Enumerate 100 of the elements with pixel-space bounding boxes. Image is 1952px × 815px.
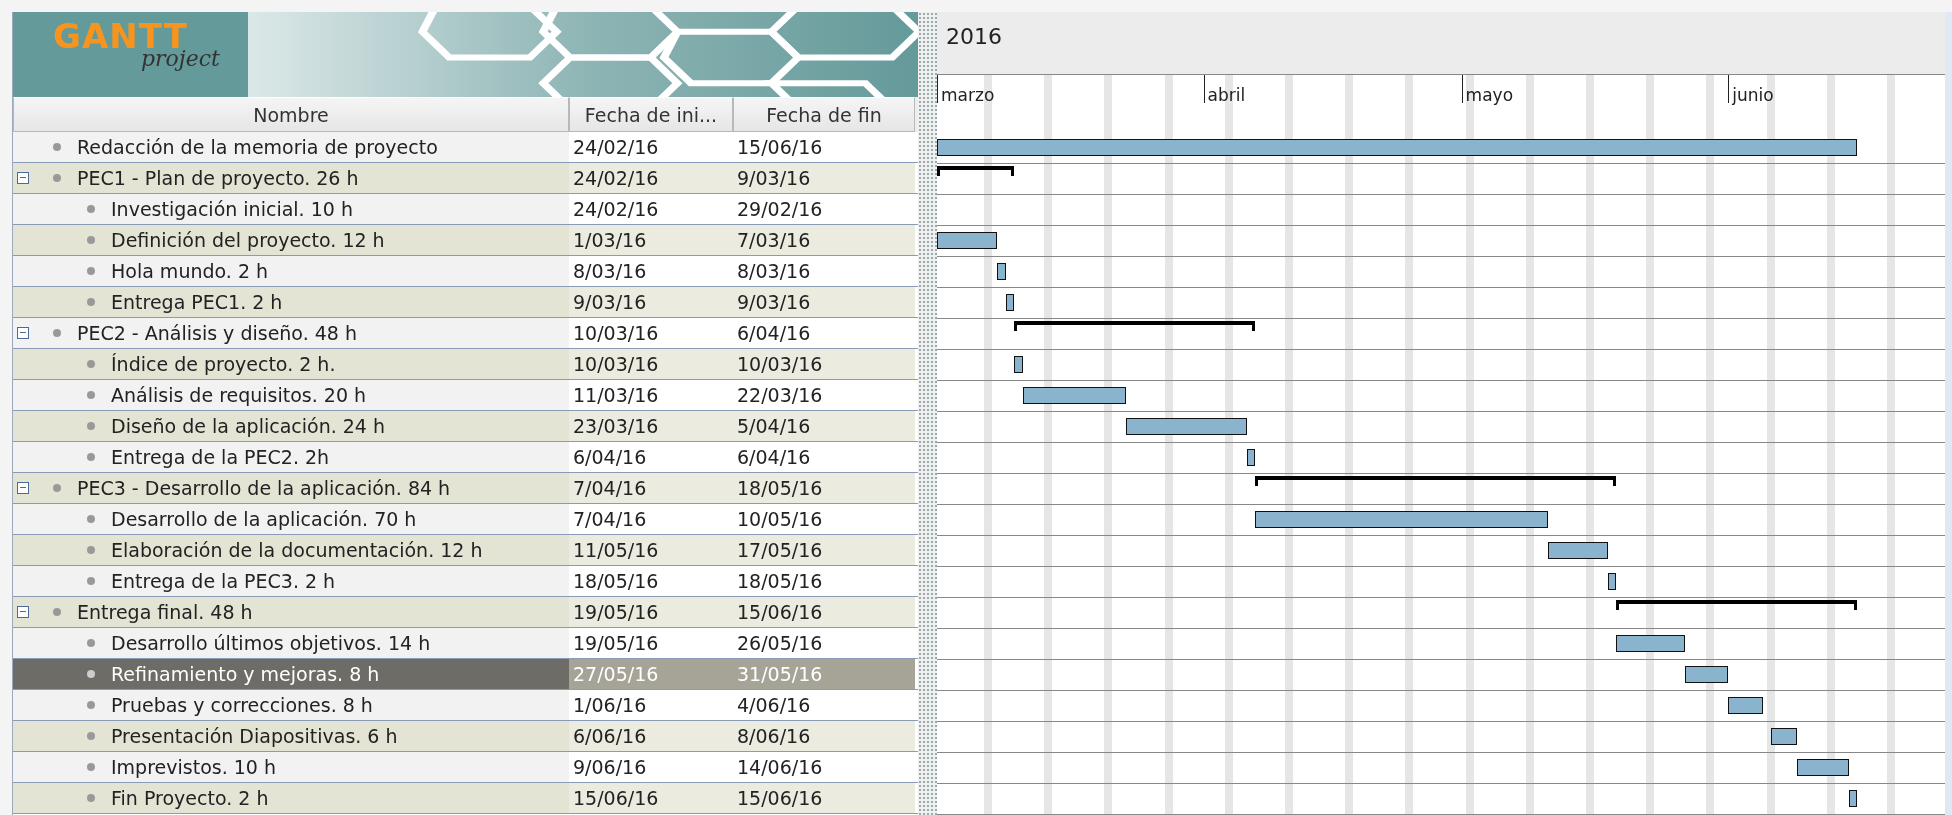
start-date: 9/03/16 [569,287,733,317]
bullet-icon [87,546,95,554]
task-name: Diseño de la aplicación. 24 h [111,415,386,437]
bullet-icon [53,608,61,616]
month-label: marzo [937,75,995,103]
task-bar[interactable] [1126,418,1247,435]
end-date: 9/03/16 [733,287,915,317]
task-name: Investigación inicial. 10 h [111,198,353,220]
end-date: 15/06/16 [733,597,915,627]
task-bar[interactable] [937,139,1858,156]
bullet-icon [53,174,61,182]
start-date: 10/03/16 [569,349,733,379]
start-date: 19/05/16 [569,597,733,627]
start-date: 6/06/16 [569,721,733,751]
bullet-icon [87,453,95,461]
month-label: abril [1203,75,1246,103]
start-date: 27/05/16 [569,659,733,689]
collapse-icon[interactable] [17,482,29,494]
bullet-icon [53,143,61,151]
month-label: junio [1728,75,1774,103]
bullet-icon [87,360,95,368]
task-name: Hola mundo. 2 h [111,260,269,282]
task-name: Imprevistos. 10 h [111,756,276,778]
column-header[interactable]: Nombre [13,97,569,132]
task-bar[interactable] [1848,790,1858,807]
bullet-icon [87,670,95,678]
task-name: Entrega final. 48 h [77,601,253,623]
end-date: 10/03/16 [733,349,915,379]
start-date: 23/03/16 [569,411,733,441]
bullet-icon [87,236,95,244]
task-bar[interactable] [1797,759,1849,776]
task-name: Pruebas y correcciones. 8 h [111,694,373,716]
task-bar[interactable] [1728,697,1763,714]
task-bar[interactable] [1005,294,1015,311]
bullet-icon [87,422,95,430]
task-name: Elaboración de la documentación. 12 h [111,539,483,561]
end-date: 18/05/16 [733,473,915,503]
bullet-icon [87,298,95,306]
month-label: mayo [1461,75,1514,103]
task-name: Análisis de requisitos. 20 h [111,384,367,406]
bullet-icon [87,267,95,275]
task-bar[interactable] [1616,635,1686,652]
task-bar[interactable] [1255,511,1548,528]
start-date: 7/04/16 [569,473,733,503]
start-date: 11/05/16 [569,535,733,565]
summary-bar[interactable] [1255,476,1617,486]
end-date: 17/05/16 [733,535,915,565]
task-bar[interactable] [997,263,1006,280]
task-bar[interactable] [1547,542,1608,559]
collapse-icon[interactable] [17,172,29,184]
task-name: Entrega PEC1. 2 h [111,291,283,313]
task-name: Entrega de la PEC3. 2 h [111,570,336,592]
year-label: 2016 [946,24,1002,49]
collapse-icon[interactable] [17,327,29,339]
bullet-icon [87,794,95,802]
start-date: 24/02/16 [569,163,733,193]
summary-bar[interactable] [1616,600,1858,610]
task-bar[interactable] [1023,387,1127,404]
bullet-icon [87,515,95,523]
bullet-icon [87,577,95,585]
column-header[interactable]: Fecha de fin [733,97,915,132]
bullet-icon [87,639,95,647]
end-date: 31/05/16 [733,659,915,689]
splitter-handle[interactable] [918,12,937,815]
task-name: Fin Proyecto. 2 h [111,787,269,809]
column-header[interactable]: Fecha de ini... [569,97,733,132]
task-name: Desarrollo últimos objetivos. 14 h [111,632,431,654]
bullet-icon [87,732,95,740]
task-bar[interactable] [1014,356,1023,373]
task-name: Refinamiento y mejoras. 8 h [111,663,380,685]
task-bar[interactable] [1685,666,1729,683]
end-date: 5/04/16 [733,411,915,441]
task-name: Redacción de la memoria de proyecto [77,136,438,158]
collapse-icon[interactable] [17,606,29,618]
end-date: 7/03/16 [733,225,915,255]
end-date: 15/06/16 [733,783,915,813]
bullet-icon [53,329,61,337]
task-name: PEC1 - Plan de proyecto. 26 h [77,167,359,189]
end-date: 9/03/16 [733,163,915,193]
bullet-icon [87,205,95,213]
start-date: 15/06/16 [569,783,733,813]
bullet-icon [87,391,95,399]
summary-bar[interactable] [937,166,1015,176]
task-bar[interactable] [1771,728,1797,745]
bullet-icon [87,763,95,771]
bullet-icon [87,701,95,709]
task-name: Índice de proyecto. 2 h. [111,353,336,375]
task-name: PEC3 - Desarrollo de la aplicación. 84 h [77,477,451,499]
bullet-icon [53,484,61,492]
task-bar[interactable] [1246,449,1256,466]
task-bar[interactable] [1607,573,1617,590]
summary-bar[interactable] [1014,321,1256,331]
start-date: 1/03/16 [569,225,733,255]
end-date: 8/06/16 [733,721,915,751]
task-name: Entrega de la PEC2. 2h [111,446,330,468]
task-name: Presentación Diapositivas. 6 h [111,725,398,747]
task-name: Desarrollo de la aplicación. 70 h [111,508,417,530]
task-name: Definición del proyecto. 12 h [111,229,385,251]
task-name: PEC2 - Análisis y diseño. 48 h [77,322,357,344]
task-bar[interactable] [937,232,998,249]
